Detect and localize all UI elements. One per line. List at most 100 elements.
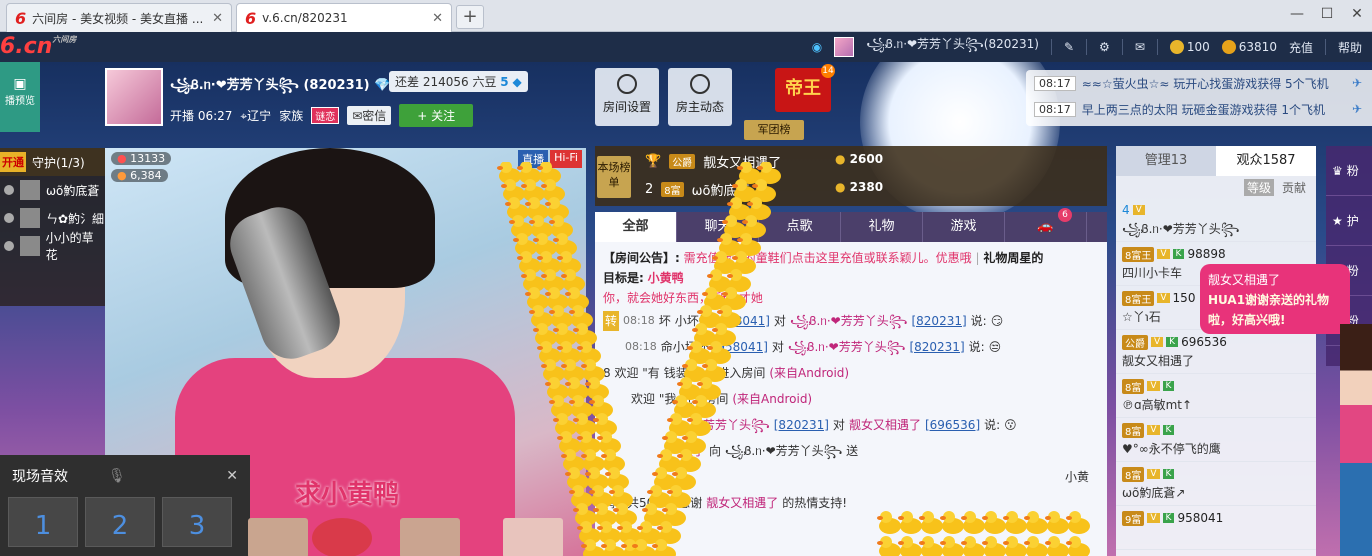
close-tab-icon[interactable]: ✕	[432, 11, 443, 26]
microphone-icon: 🎙	[108, 468, 126, 484]
ticker-row: 08:17 ≈≈☆萤火虫☆≈ 玩开心找蛋游戏获得 5个飞机 ✈	[1026, 70, 1372, 96]
recharge-link[interactable]: 充值	[1289, 39, 1313, 56]
viewer-thumbnail[interactable]	[248, 518, 308, 556]
open-guard-button[interactable]: 开通	[0, 152, 26, 172]
session-ranking: 本场榜单 🏆 公爵 靓女又相遇了 ● 2600 2 8富 ωõ魡底蒼 ● 238…	[595, 146, 1107, 206]
mascot-figure	[1340, 324, 1372, 556]
effect-key-1[interactable]: 1	[8, 497, 78, 547]
tv-icon: ▣	[13, 76, 27, 92]
shield-icon[interactable]: ◉	[812, 40, 822, 54]
video-caption: 求小黄鸭	[295, 480, 400, 510]
emperor-count: 14	[821, 64, 835, 78]
tab-managers[interactable]: 管理13	[1116, 146, 1216, 176]
viewer-thumbnail[interactable]	[400, 518, 460, 556]
user-icon	[690, 74, 710, 94]
close-tab-icon[interactable]: ✕	[212, 11, 223, 26]
plane-icon: ✈	[1351, 76, 1362, 90]
site-logo-icon: 6	[245, 8, 257, 28]
thanks-bubble: 靓女又相遇了 HUA1谢谢亲送的礼物啦，好高兴哦!	[1200, 264, 1350, 334]
guard-member[interactable]: ㄣ✿魡氵細	[0, 204, 105, 232]
army-ranking-button[interactable]: 军团榜	[744, 120, 804, 140]
tab-cars[interactable]: 🚗 6	[1005, 208, 1087, 242]
effect-key-2[interactable]: 2	[85, 497, 155, 547]
star-menu-item[interactable]: ★ 护	[1326, 196, 1372, 246]
star-icon: ★	[1332, 213, 1343, 228]
host-meta: 开播 06:27 ⌖辽宁 家族 谜恋 ✉密信 + 关注	[170, 104, 474, 127]
game-ticker: 08:17 ≈≈☆萤火虫☆≈ 玩开心找蛋游戏获得 5个飞机 ✈ 08:17 早上…	[1026, 70, 1372, 126]
chat-panel: 全部 聊天 点歌 礼物 游戏 🚗 6 【房间公告】: 需充值绿卡的童鞋们点击这里…	[595, 208, 1107, 556]
browser-tab-2[interactable]: 6 v.6.cn/820231 ✕	[236, 3, 452, 32]
help-link[interactable]: 帮助	[1338, 39, 1362, 56]
edit-icon[interactable]: ✎	[1064, 40, 1074, 54]
tab-all[interactable]: 全部	[595, 212, 677, 242]
host-dynamics-button[interactable]: 房主动态	[668, 68, 732, 126]
guard-member[interactable]: 小小的草花	[0, 231, 105, 262]
guard-title: 守护(1/3)	[32, 155, 85, 170]
tab-audience[interactable]: 观众1587	[1216, 146, 1316, 176]
list-item[interactable]: 8富 V K ωõ魡底蒼↗	[1116, 462, 1316, 506]
avatar	[20, 208, 40, 228]
viewer-thumbnail[interactable]	[503, 518, 563, 556]
effect-key-3[interactable]: 3	[162, 497, 232, 547]
list-item[interactable]: 8富 V K ℗ɑ高敏mt↑	[1116, 374, 1316, 418]
crown-icon: ♛	[1332, 163, 1343, 178]
sort-level[interactable]: 等级	[1243, 178, 1274, 196]
avatar[interactable]	[834, 37, 855, 57]
thanks-message: 鸭，共50个，感谢 靓女又相遇了 的热情支持!	[603, 496, 848, 510]
chat-message: 08:18 命小坏坏 [958041] 对 ꧁Ᏸ.ᥒ·❤芳芳丫头꧂ [82023…	[603, 334, 1099, 360]
divider	[1121, 39, 1123, 55]
shield-icon	[4, 213, 14, 223]
browser-tab-1[interactable]: 6 六间房 - 美女视频 - 美女直播 ... ✕	[6, 3, 232, 32]
guard-member[interactable]: ωõ魡底蒼	[0, 176, 105, 204]
list-item[interactable]: 公爵 V K 696536 靓女又相遇了	[1116, 330, 1316, 374]
live-preview-button[interactable]: ▣ 播预览	[0, 62, 40, 132]
close-icon[interactable]: ✕	[226, 468, 238, 484]
room-settings-button[interactable]: 房间设置	[595, 68, 659, 126]
host-name[interactable]: ꧁Ᏸ.ᥒ·❤芳芳丫头꧂ (820231) 💎	[170, 74, 390, 101]
hifi-badge[interactable]: Hi-Fi	[550, 150, 582, 168]
family-badge[interactable]: 谜恋	[311, 107, 340, 124]
ranking-value: ● 2380	[835, 180, 884, 194]
minimize-button[interactable]: —	[1282, 0, 1312, 28]
tab-games[interactable]: 游戏	[923, 212, 1005, 242]
start-time: 开播 06:27	[170, 109, 233, 123]
diamond-icon: 💎	[374, 78, 391, 93]
site-logo-icon: 6	[15, 8, 27, 28]
user-name[interactable]: ꧁Ᏸ.ᥒ·❤芳芳丫头꧂(820231)	[866, 35, 1039, 59]
heart-gift-icon[interactable]	[312, 518, 372, 556]
video-stats: ● 13133 ● 6,384	[111, 152, 172, 186]
welcome-message: 8 欢迎 "有 钱装逼。"进入房间 (来自Android)	[603, 366, 850, 380]
emoji-icon: 😗	[1004, 418, 1017, 432]
welcome-message: 欢迎 "我 进入房间 (来自Android)	[631, 392, 813, 406]
site-top-nav: 6.cn六间房 ◉ ꧁Ᏸ.ᥒ·❤芳芳丫头꧂(820231) ✎ ⚙ ✉ 100 …	[0, 32, 1372, 62]
list-item[interactable]: 9富 V K 958041	[1116, 506, 1316, 550]
ranking-tag[interactable]: 本场榜单	[597, 156, 631, 198]
tab-chat[interactable]: 聊天	[677, 212, 759, 242]
follow-button[interactable]: + 关注	[399, 104, 474, 127]
list-item[interactable]: 4V ꧁Ᏸ.ᥒ·❤芳芳丫头꧂	[1116, 198, 1316, 242]
divider	[1324, 39, 1326, 55]
mail-icon[interactable]: ✉	[1135, 40, 1145, 54]
close-window-button[interactable]: ✕	[1342, 0, 1372, 28]
tab-songs[interactable]: 点歌	[759, 212, 841, 242]
fans-icon: ●	[117, 169, 127, 182]
avatar	[20, 180, 40, 200]
coin-icon	[1169, 40, 1184, 55]
host-avatar[interactable]	[105, 68, 163, 126]
maximize-button[interactable]: ☐	[1312, 0, 1342, 28]
crown-menu-item[interactable]: ♛ 粉	[1326, 146, 1372, 196]
gear-icon[interactable]: ⚙	[1099, 40, 1110, 54]
browser-tab-bar: 6 六间房 - 美女视频 - 美女直播 ... ✕ 6 v.6.cn/82023…	[0, 0, 1372, 32]
site-brand[interactable]: 6.cn六间房	[0, 34, 76, 59]
ranking-row[interactable]: 🏆 公爵 靓女又相遇了	[645, 148, 781, 174]
list-item[interactable]: 8富 V K ♥°∞永不停飞的鹰	[1116, 418, 1316, 462]
new-tab-button[interactable]: +	[456, 5, 484, 29]
sort-contribution[interactable]: 贡献	[1282, 179, 1306, 196]
coin-icon: ●	[835, 152, 846, 166]
ranking-row[interactable]: 2 8富 ωõ魡底蒼	[645, 176, 750, 202]
tab-gifts[interactable]: 礼物	[841, 212, 923, 242]
live-badge: 直播	[518, 150, 549, 168]
trophy-icon: 🏆	[645, 153, 662, 169]
mail-icon: ✉	[352, 109, 363, 123]
private-message-button[interactable]: ✉密信	[347, 106, 392, 125]
